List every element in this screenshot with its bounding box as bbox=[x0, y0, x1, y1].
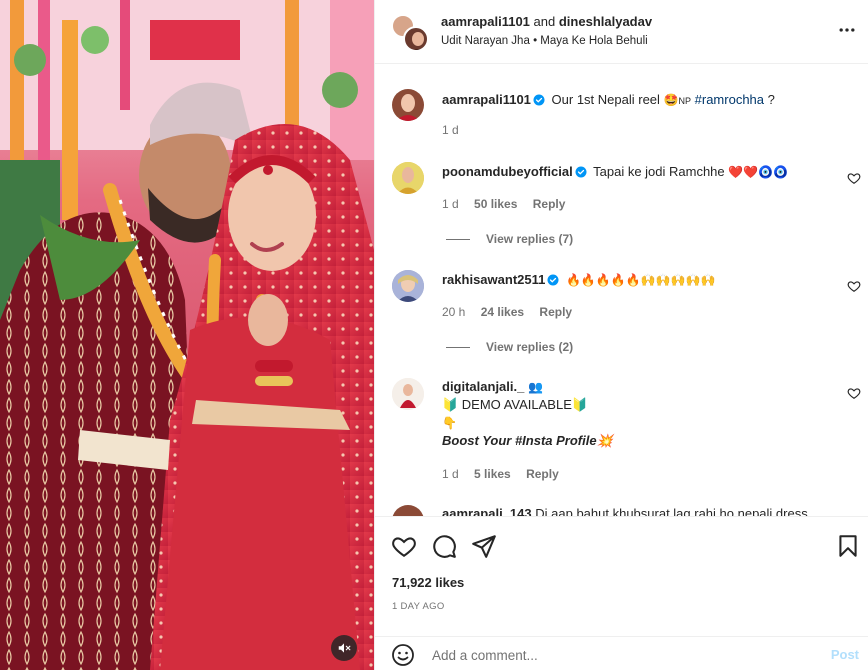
caption-meta: 1 d bbox=[442, 123, 471, 137]
comment-1-text: Tapai ke jodi Ramchhe bbox=[593, 164, 725, 179]
comment-3-likes[interactable]: 5 likes bbox=[474, 467, 511, 481]
comment-1-username[interactable]: poonamdubeyofficial bbox=[442, 164, 573, 179]
comment-2-reply-button[interactable]: Reply bbox=[539, 305, 572, 319]
instagram-post-view: aamrapali1101 and dineshlalyadav Udit Na… bbox=[0, 0, 868, 670]
caption-avatar[interactable] bbox=[392, 89, 424, 121]
comment-2-view-replies[interactable]: View replies (2) bbox=[446, 340, 573, 354]
post-media[interactable] bbox=[0, 0, 374, 670]
post-comment-button[interactable]: Post bbox=[831, 647, 859, 662]
verified-badge-icon bbox=[533, 94, 545, 106]
comment-2-emojis: 🔥🔥🔥🔥🔥🙌🙌🙌🙌🙌 bbox=[565, 273, 716, 287]
comment-1: poonamdubeyofficial Tapai ke jodi Ramchh… bbox=[442, 163, 832, 181]
verified-badge-icon bbox=[575, 166, 587, 178]
audio-separator: • bbox=[533, 35, 538, 47]
save-bookmark-icon[interactable] bbox=[835, 533, 861, 559]
post-actions: 71,922 likes 1 DAY AGO bbox=[375, 516, 868, 636]
post-header: aamrapali1101 and dineshlalyadav Udit Na… bbox=[375, 0, 868, 64]
emoji-smiley-icon[interactable] bbox=[391, 643, 415, 667]
audio-attribution[interactable]: Udit Narayan Jha • Maya Ke Hola Behuli bbox=[441, 35, 648, 47]
collab-avatars[interactable] bbox=[391, 14, 429, 52]
comment-3-user-emoji: 👥 bbox=[527, 380, 543, 394]
comment-1-time[interactable]: 1 d bbox=[442, 197, 459, 211]
hashtag-link[interactable]: #ramrochha bbox=[695, 92, 764, 107]
divider-line bbox=[446, 239, 470, 241]
comment-1-likes[interactable]: 50 likes bbox=[474, 197, 517, 211]
caption-text: aamrapali1101 Our 1st Nepali reel 🤩NP #r… bbox=[442, 91, 832, 110]
mute-button[interactable] bbox=[331, 635, 357, 661]
add-comment-bar: Post bbox=[375, 636, 868, 670]
caption-time[interactable]: 1 d bbox=[442, 123, 459, 137]
post-details-panel: aamrapali1101 and dineshlalyadav Udit Na… bbox=[374, 0, 868, 670]
comment-avatar-1[interactable] bbox=[392, 162, 424, 194]
collab-usernames: aamrapali1101 and dineshlalyadav bbox=[441, 14, 652, 29]
caption-trailing: ? bbox=[767, 92, 775, 107]
verified-badge-icon bbox=[547, 274, 559, 286]
comment-3-line-3: Boost Your #Insta Profile💥 bbox=[442, 433, 613, 448]
caption-body: Our 1st Nepali reel bbox=[551, 92, 660, 107]
comment-3-line-1: 🔰 DEMO AVAILABLE🔰 bbox=[442, 397, 589, 412]
comment-1-like-heart-icon[interactable] bbox=[847, 171, 861, 185]
view-replies-label[interactable]: View replies (7) bbox=[486, 232, 573, 246]
comment-4: aamrapali_143 Di aap bahut khubsurat lag… bbox=[442, 505, 832, 516]
likes-count[interactable]: 71,922 likes bbox=[392, 575, 464, 590]
comment-2-like-heart-icon[interactable] bbox=[847, 279, 861, 293]
more-horizontal-icon bbox=[839, 28, 855, 32]
comment-2-time[interactable]: 20 h bbox=[442, 305, 465, 319]
comment-2: rakhisawant2511 🔥🔥🔥🔥🔥🙌🙌🙌🙌🙌 bbox=[442, 271, 832, 289]
share-send-icon[interactable] bbox=[471, 533, 497, 559]
comment-3-reply-button[interactable]: Reply bbox=[526, 467, 559, 481]
comment-3-line-2: 👇 bbox=[442, 416, 457, 430]
divider-line bbox=[446, 347, 470, 349]
comment-3-time[interactable]: 1 d bbox=[442, 467, 459, 481]
post-date[interactable]: 1 DAY AGO bbox=[392, 601, 445, 612]
like-heart-icon[interactable] bbox=[391, 533, 417, 559]
comment-avatar-4[interactable] bbox=[392, 505, 424, 516]
add-comment-input[interactable] bbox=[432, 643, 812, 667]
comment-2-username[interactable]: rakhisawant2511 bbox=[442, 272, 545, 287]
username-link-2[interactable]: dineshlalyadav bbox=[559, 14, 652, 29]
comment-1-emojis: ❤️❤️🧿🧿 bbox=[728, 165, 789, 179]
comment-4-username[interactable]: aamrapali_143 bbox=[442, 506, 532, 516]
comments-list[interactable]: aamrapali1101 Our 1st Nepali reel 🤩NP #r… bbox=[375, 64, 868, 516]
comment-3-like-heart-icon[interactable] bbox=[847, 386, 861, 400]
comment-4-text: Di aap bahut khubsurat lag rahi ho nepal… bbox=[535, 506, 808, 516]
comment-bubble-icon[interactable] bbox=[431, 533, 457, 559]
comment-3-username[interactable]: digitalanjali._ bbox=[442, 379, 524, 394]
comment-2-likes[interactable]: 24 likes bbox=[481, 305, 524, 319]
view-replies-label[interactable]: View replies (2) bbox=[486, 340, 573, 354]
avatar-user2[interactable] bbox=[403, 26, 429, 52]
audio-title[interactable]: Maya Ke Hola Behuli bbox=[540, 35, 647, 47]
comment-3: digitalanjali._ 👥 🔰 DEMO AVAILABLE🔰 👇 Bo… bbox=[442, 378, 832, 450]
comment-avatar-2[interactable] bbox=[392, 270, 424, 302]
caption-username[interactable]: aamrapali1101 bbox=[442, 92, 531, 107]
comment-3-meta: 1 d 5 likes Reply bbox=[442, 467, 571, 481]
flag-np: NP bbox=[678, 96, 692, 106]
speaker-muted-icon bbox=[338, 643, 351, 653]
username-link-1[interactable]: aamrapali1101 bbox=[441, 14, 530, 29]
post-video-frame bbox=[0, 0, 374, 670]
caption-emoji: 🤩 bbox=[663, 93, 679, 107]
comment-1-reply-button[interactable]: Reply bbox=[533, 197, 566, 211]
comment-1-meta: 1 d 50 likes Reply bbox=[442, 197, 577, 211]
and-text: and bbox=[533, 14, 556, 29]
comment-2-meta: 20 h 24 likes Reply bbox=[442, 305, 584, 319]
comment-1-view-replies[interactable]: View replies (7) bbox=[446, 232, 573, 246]
more-options-button[interactable] bbox=[837, 20, 857, 45]
audio-artist[interactable]: Udit Narayan Jha bbox=[441, 35, 530, 47]
comment-avatar-3[interactable] bbox=[392, 378, 424, 410]
